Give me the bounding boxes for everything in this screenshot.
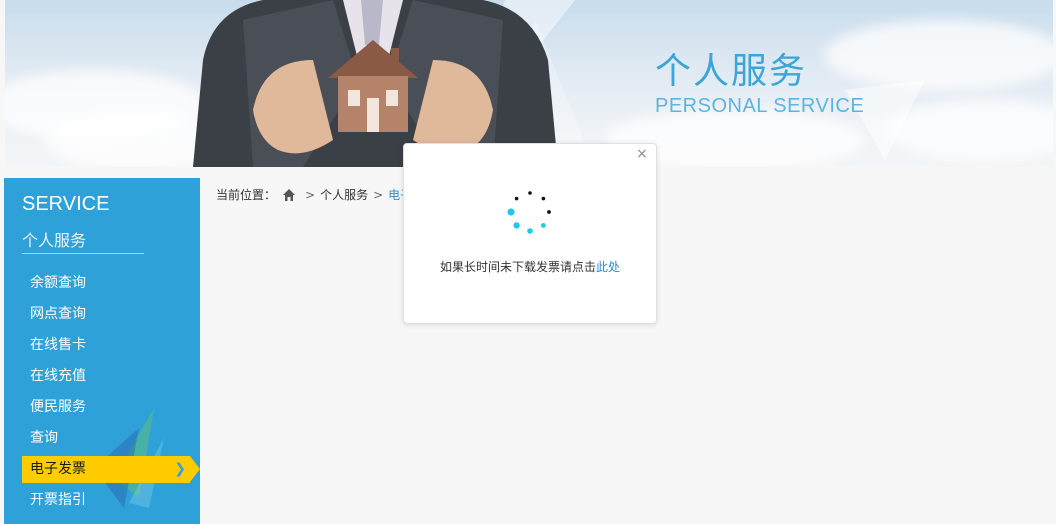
dialog-retry-link[interactable]: 此处 [596,260,620,274]
sidebar-item-e-invoice[interactable]: 电子发票 ❯ [22,456,200,483]
sidebar-item-label: 在线售卡 [30,337,86,353]
sidebar-item-label: 网点查询 [30,306,86,322]
dialog-message-text: 如果长时间未下载发票请点击 [439,260,596,274]
active-item-pointer [190,456,200,482]
breadcrumb-separator-icon: > [305,188,316,202]
sidebar-item-query[interactable]: 查询 [4,423,200,454]
sidebar-item-label: 在线充值 [30,368,86,384]
download-loading-dialog: × 如果长时间未下载发票请点击此处 [403,143,657,324]
home-icon[interactable] [282,188,296,202]
sidebar-item-label: 查询 [30,430,58,446]
banner-subtitle: PERSONAL SERVICE [655,95,865,117]
chevron-right-icon: ❯ [174,461,186,477]
dialog-message: 如果长时间未下载发票请点击此处 [404,258,656,275]
sidebar-item-online-card-sale[interactable]: 在线售卡 [4,330,200,361]
close-icon[interactable]: × [634,146,650,162]
banner: 个人服务 PERSONAL SERVICE [5,0,1053,167]
loading-spinner-icon [507,191,551,234]
sidebar-item-invoice-guide[interactable]: 开票指引 [4,485,200,516]
breadcrumb: 当前位置： > 个人服务 > 电子 [216,185,412,205]
sidebar-item-online-recharge[interactable]: 在线充值 [4,361,200,392]
page: 个人服务 PERSONAL SERVICE SERVICE 个人服务 余额查询 … [0,0,1056,524]
breadcrumb-link-personal-service[interactable]: 个人服务 [320,185,368,205]
breadcrumb-separator-icon: > [373,188,384,202]
banner-triangle-deco [845,80,925,160]
business-person-holding-house-image [193,0,558,167]
sidebar-menu: 余额查询 网点查询 在线售卡 在线充值 便民服务 查询 电子发票 ❯ 开票指引 [4,268,200,516]
sidebar-heading-en: SERVICE [22,193,110,215]
sidebar-divider [22,253,144,254]
sidebar: SERVICE 个人服务 余额查询 网点查询 在线售卡 在线充值 便民服务 查询… [4,178,200,524]
sidebar-item-label: 电子发票 [30,461,86,477]
sidebar-item-label: 开票指引 [30,492,86,508]
sidebar-item-label: 余额查询 [30,275,86,291]
sidebar-heading-cn: 个人服务 [22,231,87,250]
banner-title: 个人服务 [655,51,808,92]
sidebar-item-outlet-query[interactable]: 网点查询 [4,299,200,330]
breadcrumb-prefix: 当前位置： [216,188,277,202]
sidebar-item-label: 便民服务 [30,399,86,415]
sidebar-item-convenience-services[interactable]: 便民服务 [4,392,200,423]
sidebar-item-balance-query[interactable]: 余额查询 [4,268,200,299]
